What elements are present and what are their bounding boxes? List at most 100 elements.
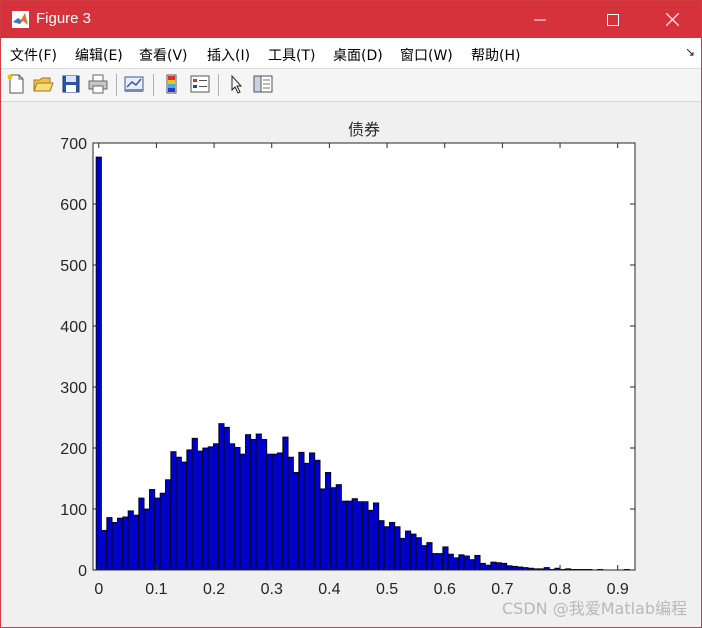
histogram-bar xyxy=(458,554,465,571)
histogram-bar xyxy=(319,488,326,571)
y-tick-label: 100 xyxy=(60,502,87,519)
y-tick-label: 600 xyxy=(60,197,87,214)
histogram-bar xyxy=(239,453,246,571)
pointer-icon[interactable] xyxy=(225,73,247,95)
histogram-bar xyxy=(271,453,278,571)
x-tick-label: 0.1 xyxy=(145,581,167,598)
histogram-bar xyxy=(138,497,145,571)
minimize-button[interactable] xyxy=(517,1,563,38)
histogram-bar xyxy=(266,453,273,571)
histogram-bar xyxy=(282,436,289,571)
maximize-button[interactable] xyxy=(590,1,636,38)
legend-icon[interactable] xyxy=(189,73,211,95)
histogram-bar xyxy=(490,561,497,571)
window-title: Figure 3 xyxy=(36,10,92,27)
histogram-bar xyxy=(170,451,177,571)
matlab-logo-icon xyxy=(12,11,29,28)
watermark-text: CSDN @我爱Matlab编程 xyxy=(502,599,687,618)
histogram-bar xyxy=(154,497,161,571)
histogram-bar xyxy=(202,447,209,571)
histogram-bar xyxy=(122,516,129,571)
histogram-bar xyxy=(149,489,156,571)
histogram-bar xyxy=(335,484,342,571)
menu-window[interactable]: 窗口(W) xyxy=(400,45,453,65)
x-tick-label: 0.2 xyxy=(203,581,225,598)
histogram-bar xyxy=(117,517,124,571)
histogram-bar xyxy=(421,545,428,571)
menu-tools[interactable]: 工具(T) xyxy=(268,45,315,65)
histogram-bar xyxy=(341,500,348,571)
y-tick-label: 0 xyxy=(78,563,87,580)
histogram-bar xyxy=(223,426,230,571)
histogram-bar xyxy=(213,443,220,571)
histogram-bar xyxy=(394,526,401,571)
y-tick-label: 400 xyxy=(60,319,87,336)
menu-file[interactable]: 文件(F) xyxy=(10,45,57,65)
y-tick-label: 500 xyxy=(60,258,87,275)
histogram-bar xyxy=(426,542,433,571)
histogram-bar xyxy=(362,501,369,571)
histogram-bar xyxy=(218,423,225,571)
histogram-bar xyxy=(399,537,406,571)
print-icon[interactable] xyxy=(87,73,109,95)
histogram-bar xyxy=(463,555,470,571)
x-tick-label: 0.5 xyxy=(376,581,398,598)
x-tick-label: 0.4 xyxy=(318,581,340,598)
property-editor-icon[interactable] xyxy=(252,73,274,95)
histogram-bar xyxy=(197,450,204,571)
histogram-bar xyxy=(277,452,284,571)
y-tick-label: 200 xyxy=(60,441,87,458)
histogram-bar xyxy=(261,439,268,571)
histogram-bar xyxy=(469,559,476,571)
open-icon[interactable] xyxy=(32,73,54,95)
histogram-bar xyxy=(485,564,492,571)
menu-edit[interactable]: 编辑(E) xyxy=(75,45,123,65)
histogram-bar xyxy=(191,437,198,571)
histogram-bar xyxy=(207,446,214,571)
histogram-bar xyxy=(495,562,502,571)
x-tick-label: 0.3 xyxy=(261,581,283,598)
new-figure-icon[interactable] xyxy=(5,73,27,95)
histogram-bar xyxy=(127,510,134,571)
chart-title: 债券 xyxy=(348,120,380,139)
figure-toolbar xyxy=(1,69,701,102)
x-tick-label: 0.6 xyxy=(434,581,456,598)
colorbar-icon[interactable] xyxy=(161,73,183,95)
histogram-bar xyxy=(415,537,422,571)
histogram-bar xyxy=(405,530,412,571)
histogram-chart: 0 100 200 300 400 500 600 700 0 0.1 0.2 0.3 0.4 0.5 0.… xyxy=(60,120,636,598)
histogram-bar xyxy=(101,529,108,571)
figure-canvas: 0 100 200 300 400 500 600 700 0 0.1 0.2 0.3 0.4 0.5 0.… xyxy=(1,102,701,627)
menu-desktop[interactable]: 桌面(D) xyxy=(333,45,383,65)
menu-help[interactable]: 帮助(H) xyxy=(471,45,520,65)
histogram-bar xyxy=(245,434,252,571)
histogram-bar xyxy=(181,461,188,571)
histogram-bar xyxy=(351,498,358,571)
x-tick-label: 0 xyxy=(94,581,103,598)
histogram-bar xyxy=(159,492,166,571)
histogram-bar xyxy=(383,526,390,571)
histogram-bar xyxy=(346,500,353,571)
histogram-bar xyxy=(234,446,241,571)
dock-arrow-icon[interactable]: ↘ xyxy=(685,45,695,59)
link-plot-icon[interactable] xyxy=(123,73,145,95)
close-icon xyxy=(665,13,679,26)
histogram-bar xyxy=(437,553,444,571)
y-tick-label: 300 xyxy=(60,380,87,397)
histogram-bar xyxy=(143,508,150,571)
toolbar-separator xyxy=(218,74,219,96)
toolbar-separator xyxy=(116,74,117,96)
title-bar[interactable]: Figure 3 xyxy=(1,1,701,38)
save-icon[interactable] xyxy=(60,73,82,95)
menu-insert[interactable]: 插入(I) xyxy=(207,45,250,65)
histogram-bar xyxy=(298,451,305,571)
menu-view[interactable]: 查看(V) xyxy=(139,45,188,65)
figure-window: Figure 3 文件(F) 编辑(E) 查看(V) 插入(I) 工具(T) 桌… xyxy=(0,0,702,628)
histogram-bar xyxy=(453,557,460,571)
close-button[interactable] xyxy=(649,1,695,38)
histogram-bar xyxy=(186,449,193,571)
maximize-icon xyxy=(607,13,619,26)
y-tick-label: 700 xyxy=(60,136,87,153)
histogram-bar xyxy=(479,562,486,571)
histogram-bar xyxy=(293,471,300,571)
